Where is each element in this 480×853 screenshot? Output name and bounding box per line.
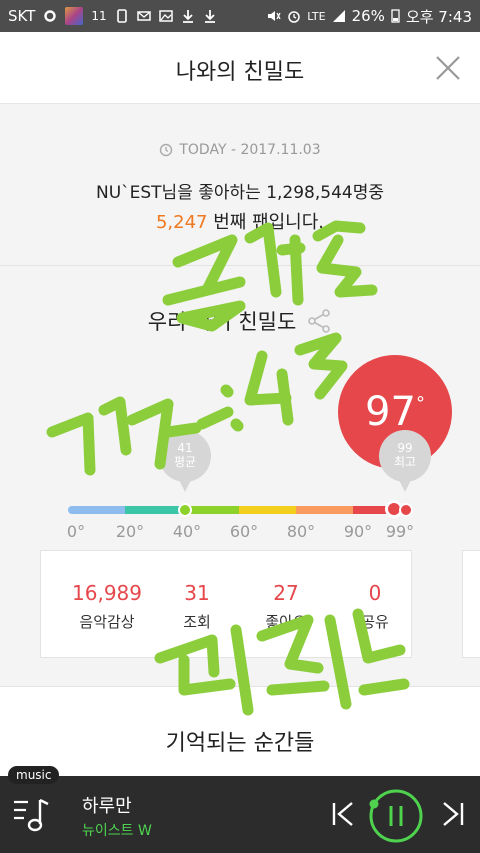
intimacy-title: 우리 사이 친밀도: [147, 310, 297, 334]
memory-section: 기억되는 순간들: [0, 686, 480, 776]
scale-segment: [125, 506, 182, 514]
memory-title: 기억되는 순간들: [165, 731, 315, 756]
now-playing-artist[interactable]: 뉴이스트 W: [82, 820, 152, 840]
battery-icon: [391, 9, 400, 23]
average-value: 41: [177, 441, 193, 455]
tick-label: 90°: [343, 522, 373, 541]
scale-ticks: 0° 20° 40° 60° 80° 90° 99°: [0, 522, 480, 542]
stat-value: 16,989: [72, 581, 142, 605]
scale-segment: [68, 506, 125, 514]
stat-label: 조회: [183, 613, 211, 631]
stat-label: 공유: [361, 613, 389, 631]
intimacy-score: 97: [365, 389, 416, 435]
stats-card[interactable]: 16,989 음악감상 31 조회 27 좋아요 0 공유: [40, 550, 412, 658]
download-icon: [182, 10, 193, 23]
average-label: 평균: [173, 455, 197, 469]
stat-value: 27: [273, 581, 299, 605]
max-value: 99: [397, 441, 413, 455]
network-label: LTE: [307, 9, 326, 23]
fan-rank-suffix: 번째 팬입니다.: [207, 212, 325, 233]
stat-shares: 0 공유: [361, 581, 389, 632]
playlist-music-icon[interactable]: [12, 794, 54, 836]
fan-rank-number: 5,247: [155, 212, 208, 233]
share-icon[interactable]: [306, 308, 332, 334]
fan-rank-text: 5,247 번째 팬입니다.: [0, 208, 480, 234]
score-unit: °: [415, 392, 425, 414]
stat-value: 0: [368, 581, 382, 605]
max-dot: [399, 503, 413, 517]
tick-label: 0°: [66, 522, 86, 541]
carrier-label: SKT: [8, 7, 36, 25]
stat-label: 좋아요: [265, 613, 307, 631]
stat-label: 음악감상: [79, 613, 135, 631]
fan-rank-section: TODAY - 2017.11.03 NU`EST님을 좋아하는 1,298,5…: [0, 104, 480, 266]
page-title: 나와의 친밀도: [175, 60, 305, 85]
app-thumbnail-icon: [65, 7, 84, 25]
previous-track-icon[interactable]: [330, 800, 356, 828]
header: 나와의 친밀도: [0, 32, 480, 104]
pause-button[interactable]: [368, 788, 424, 844]
tick-label: 80°: [286, 522, 316, 541]
mute-icon: [268, 11, 281, 21]
max-label: 최고: [393, 455, 417, 469]
stat-value: 31: [184, 581, 210, 605]
signal-icon: [332, 10, 345, 22]
fan-count-text: NU`EST님을 좋아하는 1,298,544명중: [95, 183, 385, 203]
now-playing-title[interactable]: 하루만: [82, 792, 132, 818]
music-tag: music: [8, 766, 60, 784]
next-track-icon[interactable]: [440, 800, 466, 828]
notification-count: 11: [91, 9, 107, 23]
phone-icon: [116, 9, 127, 23]
average-marker: 41 평균: [159, 430, 211, 492]
next-stats-card[interactable]: [462, 550, 480, 658]
battery-percent: 26%: [351, 7, 385, 25]
tick-label: 60°: [229, 522, 259, 541]
close-icon[interactable]: [434, 54, 462, 82]
tick-label: 99°: [385, 522, 415, 541]
stat-likes: 27 좋아요: [265, 581, 306, 632]
intimacy-section: 우리 사이 친밀도 97 ° 41 평균 99 최고 0° 20° 40° 60°…: [0, 266, 480, 686]
average-dot: [178, 503, 192, 517]
clock-icon: [160, 143, 173, 157]
today-row: TODAY - 2017.11.03: [0, 142, 480, 158]
image-icon: [158, 10, 173, 22]
today-date: TODAY - 2017.11.03: [179, 142, 321, 158]
stat-listen: 16,989 음악감상: [72, 581, 142, 632]
mini-player[interactable]: 하루만 뉴이스트 W: [0, 776, 480, 853]
max-marker: 99 최고: [379, 430, 431, 492]
alarm-icon: [288, 11, 301, 23]
mail-icon: [136, 11, 151, 21]
status-bar: SKT 11 LTE 26% 오후 7:43: [0, 0, 480, 32]
sync-icon: [44, 10, 57, 22]
tick-label: 40°: [172, 522, 202, 541]
intimacy-title-row: 우리 사이 친밀도: [0, 306, 480, 336]
tick-label: 20°: [115, 522, 145, 541]
intimacy-scale-bar: [68, 506, 410, 514]
clock: 오후 7:43: [405, 7, 472, 26]
stat-views: 31 조회: [183, 581, 211, 632]
scale-segment: [239, 506, 296, 514]
download-icon-2: [204, 10, 215, 23]
scale-segment: [296, 506, 353, 514]
